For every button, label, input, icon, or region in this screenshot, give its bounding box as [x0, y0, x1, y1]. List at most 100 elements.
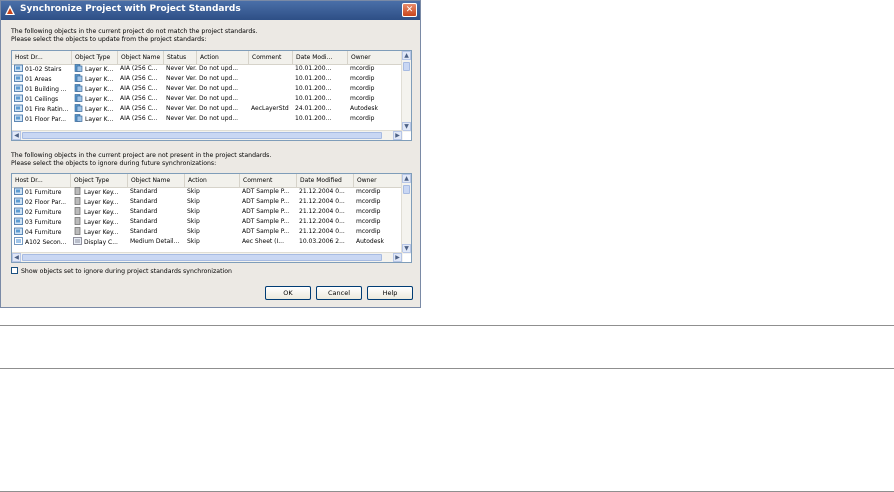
- lower-instructions-line2: Please select the objects to ignore duri…: [11, 160, 217, 167]
- table-cell: AIA (256 C...: [118, 74, 164, 84]
- title-bar[interactable]: Synchronize Project with Project Standar…: [1, 1, 420, 20]
- table-row[interactable]: 01-02 Stairs Layer K... AIA (256 C... Never…: [12, 64, 403, 74]
- table-row[interactable]: 04 Furniture Layer Key... Standard Skip ADT …: [12, 227, 403, 237]
- table-cell: A102 Secon...: [12, 237, 71, 247]
- table-cell: mcordip: [348, 114, 403, 124]
- table-cell: 10.03.2006 2...: [297, 237, 354, 247]
- cell-text: Skip: [187, 188, 200, 195]
- column-header[interactable]: Date Modi...: [293, 51, 348, 64]
- column-header[interactable]: Owner: [348, 51, 403, 64]
- lower-vertical-scrollbar[interactable]: ▲ ▼: [401, 174, 411, 254]
- cell-text: Skip: [187, 208, 200, 215]
- drawing-icon: [14, 227, 23, 235]
- table-cell: 01 Furniture: [12, 187, 71, 197]
- cell-text: Skip: [187, 198, 200, 205]
- mismatched-objects-grid[interactable]: Host Dr... Object Type Object Name Status Ac…: [11, 50, 412, 141]
- scroll-down-icon[interactable]: ▼: [402, 244, 411, 253]
- cell-text: Standard: [130, 188, 158, 195]
- table-row[interactable]: 01 Building ... Layer K... AIA (256 C... Ne…: [12, 84, 403, 94]
- close-button[interactable]: ✕: [402, 3, 417, 17]
- table-cell: 10.01.200...: [293, 64, 348, 74]
- cell-text: Skip: [187, 228, 200, 235]
- table-cell: Skip: [185, 197, 240, 207]
- cell-text: Layer Key...: [84, 219, 119, 226]
- table-cell: [249, 94, 293, 104]
- sheet-icon: [14, 237, 23, 245]
- ok-button[interactable]: OK: [265, 286, 311, 300]
- upper-instructions-line2: Please select the objects to update from…: [11, 36, 207, 43]
- table-cell: 10.01.200...: [293, 114, 348, 124]
- column-header[interactable]: Object Name: [128, 174, 185, 187]
- cell-text: Standard: [130, 228, 158, 235]
- upper-hscroll-thumb[interactable]: [22, 132, 382, 139]
- scroll-left-icon[interactable]: ◀: [12, 131, 21, 140]
- table-cell: 21.12.2004 0...: [297, 197, 354, 207]
- column-header[interactable]: Object Type: [71, 174, 128, 187]
- cell-text: 10.03.2006 2...: [299, 238, 345, 245]
- table-row[interactable]: 02 Furniture Layer Key... Standard Skip ADT …: [12, 207, 403, 217]
- table-row[interactable]: 02 Floor Par... Layer Key... Standard Skip A…: [12, 197, 403, 207]
- layer-key-icon: [74, 114, 83, 122]
- cell-text: Never Ver...: [166, 85, 197, 92]
- column-header[interactable]: Action: [197, 51, 249, 64]
- scroll-up-icon[interactable]: ▲: [402, 174, 411, 183]
- cell-text: Do not upd...: [199, 75, 239, 82]
- autodesk-app-icon: [5, 5, 15, 15]
- column-header[interactable]: Comment: [249, 51, 293, 64]
- table-cell: 21.12.2004 0...: [297, 187, 354, 197]
- table-row[interactable]: 01 Floor Par... Layer K... AIA (256 C... Ne…: [12, 114, 403, 124]
- layer-key-icon: [74, 104, 83, 112]
- upper-vscroll-thumb[interactable]: [403, 62, 410, 71]
- cell-text: 10.01.200...: [295, 85, 332, 92]
- table-cell: Aec Sheet (I...: [240, 237, 297, 247]
- column-header[interactable]: Action: [185, 174, 240, 187]
- help-button[interactable]: Help: [367, 286, 413, 300]
- lower-vscroll-thumb[interactable]: [403, 185, 410, 194]
- show-ignored-label: Show objects set to ignore during projec…: [21, 268, 232, 275]
- table-row[interactable]: 01 Areas Layer K... AIA (256 C... Never Ver…: [12, 74, 403, 84]
- column-header[interactable]: Object Name: [118, 51, 164, 64]
- cell-text: Skip: [187, 218, 200, 225]
- upper-vertical-scrollbar[interactable]: ▲ ▼: [401, 51, 411, 132]
- lower-grid-header: Host Dr... Object Type Object Name Action Co…: [12, 174, 403, 188]
- upper-horizontal-scrollbar[interactable]: ◀ ▶: [12, 130, 403, 140]
- unmatched-objects-grid[interactable]: Host Dr... Object Type Object Name Action Co…: [11, 173, 412, 263]
- cancel-button[interactable]: Cancel: [316, 286, 362, 300]
- scroll-left-icon[interactable]: ◀: [12, 253, 21, 262]
- table-row[interactable]: 01 Furniture Layer Key... Standard Skip ADT …: [12, 187, 403, 197]
- table-cell: AIA (256 C...: [118, 114, 164, 124]
- cell-text: mcordip: [356, 188, 381, 195]
- lower-hscroll-thumb[interactable]: [22, 254, 382, 261]
- column-header[interactable]: Owner: [354, 174, 403, 187]
- table-row[interactable]: A102 Secon... Display C... Medium Detail..…: [12, 237, 403, 247]
- table-row[interactable]: 03 Furniture Layer Key... Standard Skip ADT …: [12, 217, 403, 227]
- table-cell: Never Ver...: [164, 64, 197, 74]
- cell-text: Do not upd...: [199, 85, 239, 92]
- cell-text: 24.01.200...: [295, 105, 332, 112]
- cell-text: 04 Furniture: [25, 229, 62, 236]
- column-header[interactable]: Object Type: [72, 51, 118, 64]
- cell-text: Never Ver...: [166, 95, 197, 102]
- table-cell: 10.01.200...: [293, 84, 348, 94]
- table-row[interactable]: 01 Fire Ratin... Layer K... AIA (256 C... N…: [12, 104, 403, 114]
- table-row[interactable]: 01 Ceilings Layer K... AIA (256 C... Never …: [12, 94, 403, 104]
- scroll-up-icon[interactable]: ▲: [402, 51, 411, 60]
- table-cell: mcordip: [348, 94, 403, 104]
- upper-grid-header: Host Dr... Object Type Object Name Status Ac…: [12, 51, 403, 65]
- column-header[interactable]: Comment: [240, 174, 297, 187]
- scroll-down-icon[interactable]: ▼: [402, 122, 411, 131]
- scroll-right-icon[interactable]: ▶: [393, 131, 402, 140]
- table-cell: Medium Detail...: [128, 237, 185, 247]
- cell-text: Never Ver...: [166, 75, 197, 82]
- lower-horizontal-scrollbar[interactable]: ◀ ▶: [12, 252, 403, 262]
- column-header[interactable]: Host Dr...: [12, 51, 72, 64]
- scroll-right-icon[interactable]: ▶: [393, 253, 402, 262]
- table-cell: ADT Sample P...: [240, 187, 297, 197]
- show-ignored-checkbox[interactable]: [11, 267, 18, 274]
- cell-text: Aec Sheet (I...: [242, 238, 284, 245]
- column-header[interactable]: Host Dr...: [12, 174, 71, 187]
- column-header[interactable]: Date Modified: [297, 174, 354, 187]
- table-cell: mcordip: [354, 187, 403, 197]
- show-ignored-checkbox-row[interactable]: Show objects set to ignore during projec…: [11, 267, 232, 276]
- column-header[interactable]: Status: [164, 51, 197, 64]
